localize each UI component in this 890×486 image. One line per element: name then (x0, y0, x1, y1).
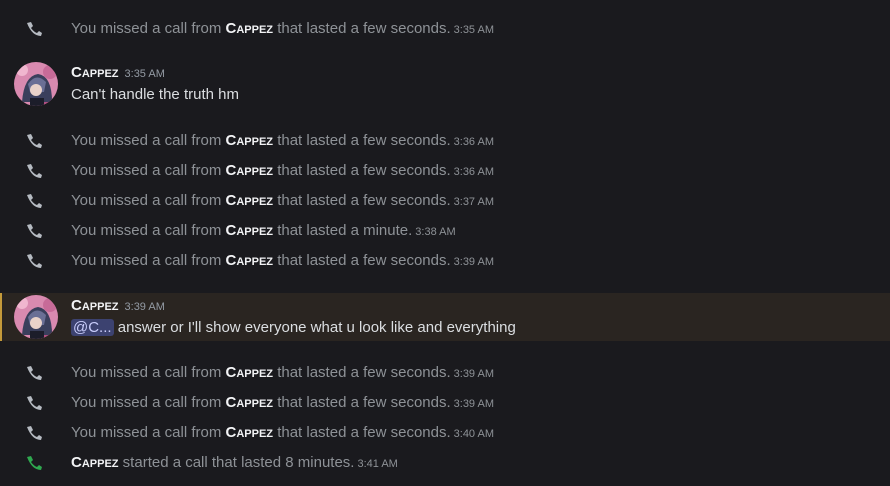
event-suffix: that lasted a few seconds. (273, 20, 451, 37)
phone-missed-icon (24, 425, 44, 441)
phone-missed-icon (24, 193, 44, 209)
user-name[interactable]: Cappez (226, 162, 274, 179)
system-message: You missed a call from Cappez that laste… (0, 156, 890, 186)
event-suffix: that lasted a few seconds. (273, 424, 451, 441)
event-suffix: that lasted a few seconds. (273, 252, 451, 269)
system-message: You missed a call from Cappez that laste… (0, 126, 890, 156)
system-message: You missed a call from Cappez that laste… (0, 246, 890, 276)
timestamp[interactable]: 3:36 AM (454, 136, 494, 148)
event-prefix: You missed a call from (71, 252, 226, 269)
chat-message-mention[interactable]: Cappez 3:39 AM @C... answer or I'll show … (0, 293, 890, 341)
event-suffix: that lasted a few seconds. (273, 162, 451, 179)
user-name[interactable]: Cappez (226, 364, 274, 381)
timestamp[interactable]: 3:35 AM (125, 68, 165, 80)
system-message: You missed a call from Cappez that laste… (0, 418, 890, 448)
event-suffix: that lasted a few seconds. (273, 132, 451, 149)
event-prefix: You missed a call from (71, 222, 226, 239)
system-message: You missed a call from Cappez that laste… (0, 388, 890, 418)
user-mention[interactable]: @C... (71, 319, 114, 336)
author-name[interactable]: Cappez (71, 64, 119, 81)
timestamp[interactable]: 3:37 AM (454, 196, 494, 208)
event-suffix: that lasted a few seconds. (273, 364, 451, 381)
timestamp[interactable]: 3:39 AM (454, 368, 494, 380)
mention-highlight-bar (0, 293, 2, 341)
event-prefix: You missed a call from (71, 132, 226, 149)
chat-message[interactable]: Cappez 3:35 AM Can't handle the truth hm (0, 60, 890, 108)
user-name[interactable]: Cappez (226, 252, 274, 269)
system-message: Cappez started a call that lasted 8 minu… (0, 448, 890, 478)
avatar[interactable] (14, 295, 58, 339)
phone-missed-icon (24, 395, 44, 411)
author-name[interactable]: Cappez (71, 297, 119, 314)
event-prefix: You missed a call from (71, 394, 226, 411)
message-text: answer or I'll show everyone what u look… (113, 319, 516, 336)
phone-missed-icon (24, 163, 44, 179)
timestamp[interactable]: 3:39 AM (454, 256, 494, 268)
event-suffix: started a call that lasted 8 minutes. (118, 454, 355, 471)
system-message: You missed a call from Cappez that laste… (0, 14, 890, 44)
timestamp[interactable]: 3:41 AM (357, 458, 397, 470)
timestamp[interactable]: 3:39 AM (454, 398, 494, 410)
user-name[interactable]: Cappez (226, 424, 274, 441)
system-message: You missed a call from Cappez that laste… (0, 358, 890, 388)
event-suffix: that lasted a few seconds. (273, 394, 451, 411)
timestamp[interactable]: 3:40 AM (454, 428, 494, 440)
phone-missed-icon (24, 365, 44, 381)
message-content: Can't handle the truth hm (71, 86, 239, 103)
phone-missed-icon (24, 133, 44, 149)
phone-started-icon (24, 455, 44, 471)
user-name[interactable]: Cappez (226, 222, 274, 239)
phone-missed-icon (24, 21, 44, 37)
phone-missed-icon (24, 253, 44, 269)
event-suffix: that lasted a few seconds. (273, 192, 451, 209)
user-name[interactable]: Cappez (226, 132, 274, 149)
system-message: You missed a call from Cappez that laste… (0, 186, 890, 216)
timestamp[interactable]: 3:35 AM (454, 24, 494, 36)
user-name[interactable]: Cappez (226, 192, 274, 209)
system-message: You missed a call from Cappez that laste… (0, 216, 890, 246)
event-prefix: You missed a call from (71, 364, 226, 381)
event-prefix: You missed a call from (71, 20, 226, 37)
event-suffix: that lasted a minute. (273, 222, 413, 239)
event-prefix: You missed a call from (71, 192, 226, 209)
phone-missed-icon (24, 223, 44, 239)
timestamp[interactable]: 3:36 AM (454, 166, 494, 178)
event-prefix: You missed a call from (71, 162, 226, 179)
message-content: @C... answer or I'll show everyone what … (71, 318, 516, 338)
user-name[interactable]: Cappez (226, 20, 274, 37)
avatar[interactable] (14, 62, 58, 106)
user-name[interactable]: Cappez (226, 394, 274, 411)
timestamp[interactable]: 3:39 AM (125, 301, 165, 313)
timestamp[interactable]: 3:38 AM (415, 226, 455, 238)
user-name[interactable]: Cappez (71, 454, 119, 471)
event-prefix: You missed a call from (71, 424, 226, 441)
